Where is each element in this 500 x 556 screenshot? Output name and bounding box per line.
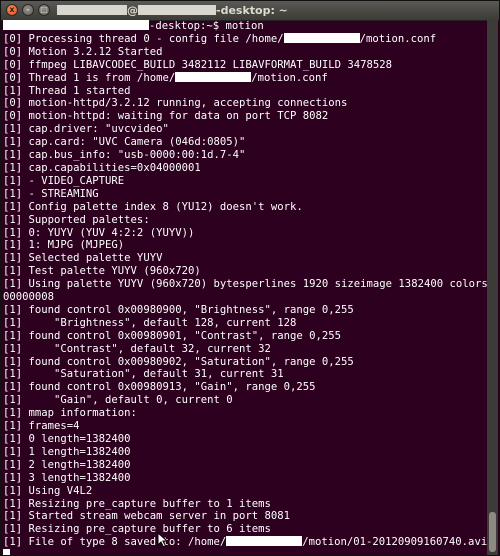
terminal-window: x - □ @ -desktop: ~ -desktop:~$ motion [0… xyxy=(0,0,500,556)
minimize-icon: - xyxy=(26,5,30,14)
output-line: [1] 1 length=1382400 xyxy=(3,445,131,458)
output-line: [1] - STREAMING xyxy=(3,187,99,200)
output-line: [1] found control 0x00980900, "Brightnes… xyxy=(3,303,354,316)
output-line: [1] Resizing pre_capture buffer to 6 ite… xyxy=(3,523,271,536)
output-text: /motion.conf xyxy=(359,32,437,45)
output-line: [0] motion-httpd: waiting for data on po… xyxy=(3,110,329,123)
output-lines: [1] Thread 1 started [0] motion-httpd/3.2… xyxy=(3,85,487,537)
output-line: [1] 1: MJPG (MJPEG) xyxy=(3,239,125,252)
output-line: [1] Selected palette YUYV xyxy=(3,252,163,265)
terminal-output[interactable]: -desktop:~$ motion [0] Processing thread… xyxy=(1,20,487,555)
mouse-pointer-icon xyxy=(157,532,169,548)
output-text: [1] File of type 8 saved to: /home/ xyxy=(3,536,227,549)
output-line: [1] - VIDEO_CAPTURE xyxy=(3,174,125,187)
output-line: [1] cap.driver: "uvcvideo" xyxy=(3,123,169,136)
output-line: [1] "Saturation", default 31, current 31 xyxy=(3,368,284,381)
output-line: [1] 3 length=1382400 xyxy=(3,471,131,484)
output-line: [1] Config palette index 8 (YU12) doesn'… xyxy=(3,200,303,213)
output-text: [0] Processing thread 0 - config file /h… xyxy=(3,32,284,45)
output-line: [1] "Brightness", default 128, current 1… xyxy=(3,316,297,329)
output-text: /motion.conf xyxy=(251,71,328,84)
output-line: [0] Thread 1 is from /home/ /motion.conf xyxy=(3,71,487,85)
text-cursor xyxy=(3,549,10,555)
title-bar[interactable]: x - □ @ -desktop: ~ xyxy=(1,1,499,21)
output-line: [1] Using V4L2 xyxy=(3,484,93,497)
maximize-icon: □ xyxy=(40,5,48,14)
output-line: [1] 0 length=1382400 xyxy=(3,433,131,445)
output-text: [0] Thread 1 is from /home/ xyxy=(3,71,176,84)
output-line: [1] Resizing pre_capture buffer to 1 ite… xyxy=(3,497,271,510)
output-line: [1] 0: YUYV (YUV 4:2:2 (YUYV)) xyxy=(3,226,195,239)
output-line: 00000008 xyxy=(3,291,55,304)
command-text: motion xyxy=(225,20,264,32)
close-button[interactable]: x xyxy=(6,4,18,16)
output-line: [1] Using palette YUYV (960x720) bytespe… xyxy=(3,278,487,291)
minimize-button[interactable]: - xyxy=(22,4,34,16)
redacted-host xyxy=(138,5,216,15)
output-line: [1] found control 0x00980901, "Contrast"… xyxy=(3,329,342,342)
output-line: [1] cap.capabilities=0x04000001 xyxy=(3,161,201,174)
redacted-user xyxy=(87,5,127,15)
output-line: [1] Started stream webcam server in port… xyxy=(3,510,291,523)
output-line: [0] Motion 3.2.12 Started xyxy=(3,45,163,58)
scrollbar-thumb[interactable] xyxy=(489,512,496,552)
vertical-scrollbar[interactable] xyxy=(487,20,498,555)
cursor-line xyxy=(3,549,487,555)
output-line: [1] Supported palettes: xyxy=(3,213,150,226)
output-line: [1] "Contrast", default 32, current 32 xyxy=(3,342,271,355)
output-line: [1] found control 0x00980902, "Saturatio… xyxy=(3,355,354,368)
redacted-user xyxy=(3,20,73,30)
output-line: [1] found control 0x00980913, "Gain", ra… xyxy=(3,381,316,394)
window-title: @ -desktop: ~ xyxy=(57,3,288,18)
output-line: [1] Test palette YUYV (960x720) xyxy=(3,265,201,278)
output-text: /motion/01-20120909160740.avi xyxy=(302,536,487,549)
output-line: [0] motion-httpd/3.2.12 running, accepti… xyxy=(3,97,348,110)
window-title-at: @ xyxy=(127,4,138,17)
redacted-user xyxy=(57,5,87,15)
window-title-suffix: -desktop: ~ xyxy=(216,4,288,17)
output-line: [1] 2 length=1382400 xyxy=(3,458,131,471)
output-line: [1] "Gain", default 0, current 0 xyxy=(3,394,233,407)
output-line: [0] Processing thread 0 - config file /h… xyxy=(3,32,487,46)
output-line: [1] cap.card: "UVC Camera (046d:0805)" xyxy=(3,136,246,149)
redacted-path xyxy=(283,32,360,43)
close-icon: x xyxy=(9,5,15,14)
prompt-line: -desktop:~$ motion xyxy=(3,20,487,33)
output-line: [0] ffmpeg LIBAVCODEC_BUILD 3482112 LIBA… xyxy=(3,58,393,71)
prompt-text: -desktop:~$ xyxy=(149,20,226,32)
redacted-path xyxy=(226,536,303,547)
redacted-host xyxy=(73,20,149,30)
output-line: [1] Thread 1 started xyxy=(3,84,131,97)
maximize-button[interactable]: □ xyxy=(38,4,50,16)
redacted-path xyxy=(175,71,252,82)
output-line: [1] File of type 8 saved to: /home/ /moti… xyxy=(3,536,487,549)
output-line: [1] frames=4 xyxy=(3,420,80,433)
output-line: [1] cap.bus_info: "usb-0000:00:1d.7-4" xyxy=(3,149,246,162)
output-line: [1] mmap information: xyxy=(3,407,137,420)
